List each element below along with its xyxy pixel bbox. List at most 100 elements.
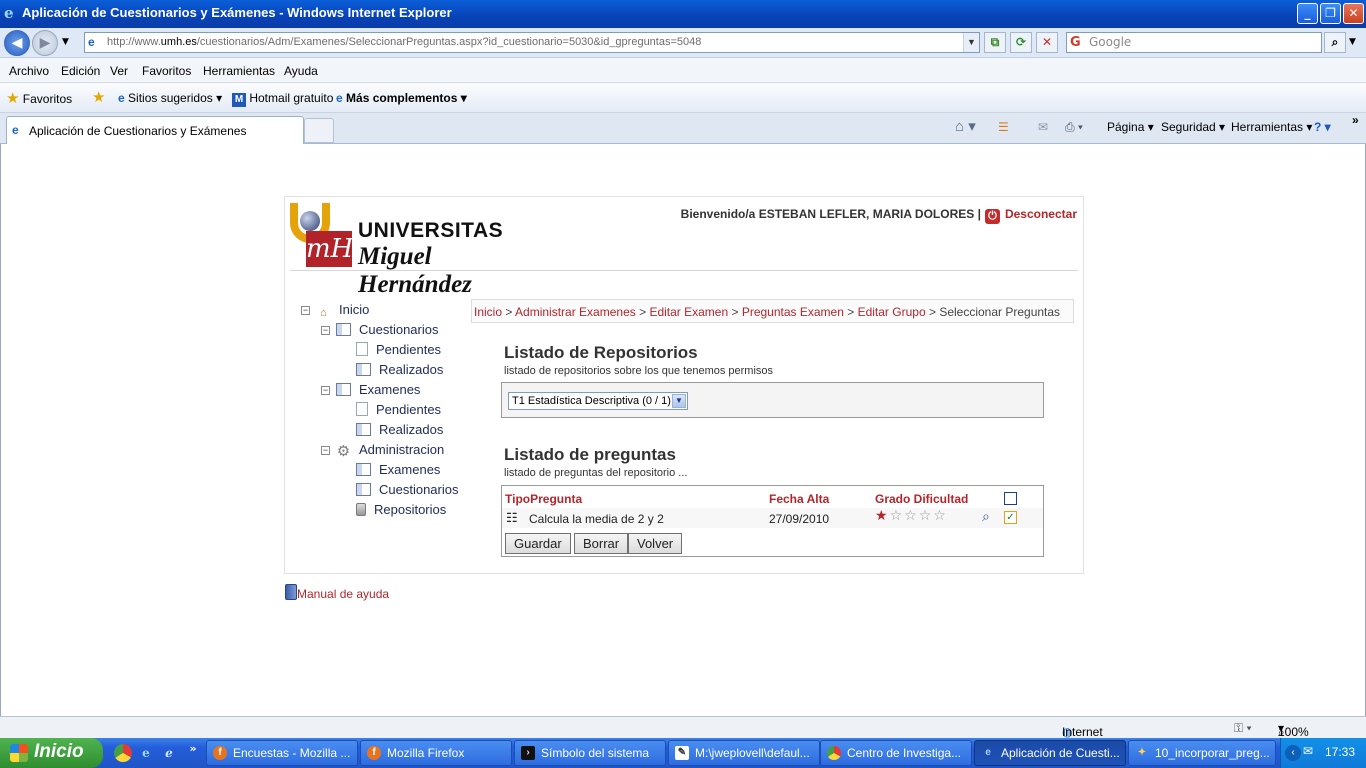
breadcrumb-editar-grupo[interactable]: Editar Grupo xyxy=(858,305,926,319)
gmail-icon[interactable]: ✉ xyxy=(1303,744,1313,758)
breadcrumb-inicio[interactable]: Inicio xyxy=(474,305,502,319)
tray-expand-icon[interactable]: ‹ xyxy=(1285,745,1301,761)
collapse-icon[interactable]: − xyxy=(321,386,330,395)
protected-mode-icon[interactable]: ⚿ ▾ xyxy=(1234,721,1252,736)
stop-icon[interactable]: ✕ xyxy=(1036,32,1058,53)
start-button[interactable]: Inicio xyxy=(0,738,103,768)
select-all-checkbox[interactable] xyxy=(1004,492,1017,505)
favorites-button[interactable]: ★ Favoritos xyxy=(6,89,72,107)
menu-edicion[interactable]: Edición xyxy=(61,64,100,78)
tree-adm-examenes[interactable]: Examenes xyxy=(356,462,440,480)
security-menu[interactable]: Seguridad ▾ xyxy=(1161,120,1225,134)
document-icon xyxy=(356,402,368,416)
address-bar[interactable]: e http://www.umh.es/cuestionarios/Adm/Ex… xyxy=(84,32,980,53)
help-icon[interactable]: ? ▾ xyxy=(1314,120,1331,134)
tree-administracion[interactable]: − ⚙ Administracion xyxy=(321,442,444,460)
home-icon[interactable]: ⌂ ▾ xyxy=(955,117,976,135)
search-icon[interactable]: ⌕ xyxy=(1324,32,1346,53)
history-dropdown-icon[interactable]: ▼ xyxy=(62,37,69,47)
menu-bar: Archivo Edición Ver Favoritos Herramient… xyxy=(0,58,1366,83)
tree-cuestionarios[interactable]: − Cuestionarios xyxy=(321,322,439,340)
tree-examenes[interactable]: − Examenes xyxy=(321,382,420,400)
card-icon xyxy=(356,423,371,436)
task-editor[interactable]: ✎ M:\jweplovell\defaul... xyxy=(668,740,820,766)
card-icon xyxy=(336,383,351,396)
window-title-bar[interactable]: e Aplicación de Cuestionarios y Exámenes… xyxy=(0,0,1366,28)
feeds-icon[interactable]: ☰ xyxy=(998,120,1009,134)
menu-herramientas[interactable]: Herramientas xyxy=(203,64,275,78)
ie-alt-quicklaunch-icon[interactable]: ℯ xyxy=(160,744,178,762)
question-checkbox[interactable]: ✓ xyxy=(1004,511,1017,524)
suggested-sites-link[interactable]: e Sitios sugeridos ▾ xyxy=(118,91,222,105)
task-cmd[interactable]: › Símbolo del sistema xyxy=(514,740,666,766)
back-button[interactable]: Volver xyxy=(628,533,683,554)
breadcrumb-administrar-examenes[interactable]: Administrar Examenes xyxy=(515,305,636,319)
task-aplicacion[interactable]: e Aplicación de Cuesti... xyxy=(974,740,1126,766)
tree-inicio[interactable]: − ⌂ Inicio xyxy=(301,302,369,320)
search-options-icon[interactable]: ▼ xyxy=(1349,37,1356,47)
collapse-icon[interactable]: − xyxy=(321,446,330,455)
favorites-label: Favoritos xyxy=(22,92,73,106)
chrome-icon xyxy=(827,746,841,760)
windows-flag-icon xyxy=(10,744,28,762)
chrome-quicklaunch-icon[interactable] xyxy=(114,744,132,762)
tree-adm-repositorios[interactable]: Repositorios xyxy=(356,502,446,520)
forward-button[interactable]: ▶ xyxy=(32,30,58,56)
close-button[interactable]: ✕ xyxy=(1343,3,1364,24)
document-icon xyxy=(356,342,368,356)
tree-exam-realizados[interactable]: Realizados xyxy=(356,422,443,440)
power-icon[interactable]: ⏻ xyxy=(984,209,1000,224)
chevron-right-icon[interactable]: » xyxy=(1352,113,1359,127)
save-button[interactable]: Guardar xyxy=(505,533,571,554)
task-incorporar[interactable]: ✦ 10_incorporar_preg... xyxy=(1128,740,1276,766)
magnifier-icon[interactable]: ⌕ xyxy=(982,508,990,525)
tree-adm-cuestionarios[interactable]: Cuestionarios xyxy=(356,482,459,500)
menu-ayuda[interactable]: Ayuda xyxy=(284,64,318,78)
back-button[interactable]: ◀ xyxy=(4,30,30,56)
breadcrumb-preguntas-examen[interactable]: Preguntas Examen xyxy=(742,305,844,319)
addons-link[interactable]: e Más complementos ▾ xyxy=(336,91,467,105)
help-manual-link[interactable]: Manual de ayuda xyxy=(285,584,389,601)
add-favorite-icon[interactable]: ★ xyxy=(92,88,105,106)
new-tab-button[interactable] xyxy=(304,118,334,143)
menu-favoritos[interactable]: Favoritos xyxy=(142,64,191,78)
chevron-down-icon[interactable]: ▼ xyxy=(672,394,686,408)
refresh-icon[interactable]: ⟳ xyxy=(1010,32,1032,53)
search-input[interactable]: G Google xyxy=(1066,32,1322,53)
col-tipo-pregunta: TipoPregunta xyxy=(505,492,583,506)
minimize-button[interactable]: _ xyxy=(1297,3,1318,24)
task-encuestas[interactable]: f Encuestas - Mozilla ... xyxy=(206,740,358,766)
difficulty-star-icon: ★ xyxy=(875,508,890,524)
home-icon: ⌂ xyxy=(320,307,327,319)
ie-quicklaunch-icon[interactable]: e xyxy=(137,744,155,762)
clock[interactable]: 17:33 xyxy=(1325,745,1355,759)
questions-title: Listado de preguntas xyxy=(504,445,676,464)
address-dropdown-icon[interactable]: ▼ xyxy=(963,33,979,52)
delete-button[interactable]: Borrar xyxy=(574,533,629,554)
page-menu[interactable]: Página ▾ xyxy=(1107,120,1154,134)
tools-menu[interactable]: Herramientas ▾ xyxy=(1231,120,1312,134)
compatibility-icon[interactable]: ⧉ xyxy=(984,32,1006,53)
restore-button[interactable]: ❐ xyxy=(1320,3,1341,24)
quicklaunch-more-icon[interactable]: » xyxy=(184,740,202,758)
task-centro[interactable]: Centro de Investiga... xyxy=(820,740,972,766)
question-date: 27/09/2010 xyxy=(769,512,830,526)
task-firefox[interactable]: f Mozilla Firefox xyxy=(360,740,512,766)
repository-select[interactable]: T1 Estadística Descriptiva (0 / 1) ▼ xyxy=(508,392,688,410)
zoom-control[interactable]: ⌕ 100% ▾ xyxy=(1278,721,1309,739)
breadcrumb-editar-examen[interactable]: Editar Examen xyxy=(649,305,728,319)
hotmail-link[interactable]: M Hotmail gratuito xyxy=(232,91,333,107)
logout-link[interactable]: Desconectar xyxy=(1005,207,1077,221)
menu-archivo[interactable]: Archivo xyxy=(9,64,49,78)
card-icon xyxy=(356,363,371,376)
tab-cuestionarios[interactable]: e Aplicación de Cuestionarios y Exámenes xyxy=(6,116,304,144)
collapse-icon[interactable]: − xyxy=(301,306,310,315)
tree-cuest-pendientes[interactable]: Pendientes xyxy=(356,342,441,360)
umh-logo[interactable]: mH UNIVERSITAS Miguel Hernández xyxy=(290,203,550,298)
menu-ver[interactable]: Ver xyxy=(110,64,128,78)
collapse-icon[interactable]: − xyxy=(321,326,330,335)
mail-icon[interactable]: ✉ xyxy=(1038,120,1048,134)
print-icon[interactable]: ⎙ ▾ xyxy=(1065,120,1083,135)
tree-cuest-realizados[interactable]: Realizados xyxy=(356,362,443,380)
tree-exam-pendientes[interactable]: Pendientes xyxy=(356,402,441,420)
